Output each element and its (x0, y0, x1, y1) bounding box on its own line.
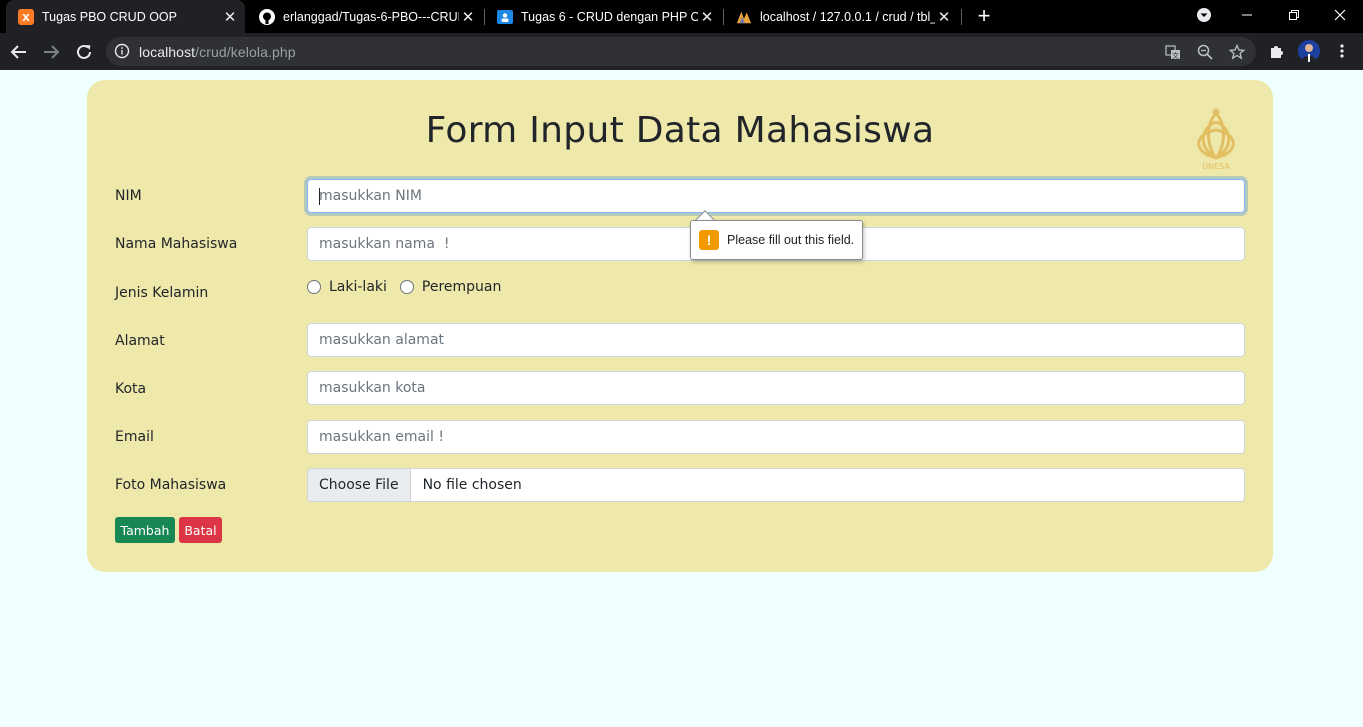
tab-title: Tugas 6 - CRUD dengan PHP OO (521, 9, 698, 24)
tab-strip: X Tugas PBO CRUD OOP ✕ erlanggad/Tugas-6… (0, 0, 1363, 33)
xampp-icon: X (18, 8, 34, 25)
file-status: No file chosen (422, 477, 522, 493)
radio-label-laki-laki[interactable]: Laki-laki (329, 279, 387, 295)
unesa-logo: UNESA (1197, 108, 1235, 171)
batal-button[interactable]: Batal (179, 517, 222, 543)
email-label: Email (115, 429, 154, 445)
bookmark-star-icon[interactable] (1228, 43, 1246, 61)
restore-icon (1289, 10, 1299, 20)
classroom-icon (497, 9, 513, 25)
tab-phpmyadmin[interactable]: localhost / 127.0.0.1 / crud / tbl_r ✕ (724, 0, 959, 33)
gender-radio-group: Laki-laki Perempuan (307, 277, 514, 297)
reload-button[interactable] (70, 38, 98, 66)
forward-button[interactable] (37, 38, 65, 66)
avatar-icon (1298, 40, 1320, 62)
github-icon (259, 8, 275, 25)
svg-text:X: X (22, 13, 30, 24)
minimize-icon (1242, 14, 1252, 16)
kota-input[interactable] (307, 371, 1245, 405)
svg-text:文: 文 (1172, 51, 1179, 60)
warning-icon: ! (699, 230, 719, 250)
radio-label-perempuan[interactable]: Perempuan (422, 279, 501, 295)
nim-input[interactable] (307, 179, 1245, 213)
tab-github[interactable]: erlanggad/Tugas-6-PBO---CRUD ✕ (247, 0, 483, 33)
validation-tooltip: ! Please fill out this field. (690, 220, 863, 260)
choose-file-button[interactable]: Choose File (308, 469, 411, 501)
close-window-button[interactable] (1317, 0, 1363, 30)
close-icon[interactable]: ✕ (698, 8, 716, 26)
arrow-left-icon (10, 45, 26, 59)
chevron-down-icon (1197, 8, 1211, 22)
profile-avatar[interactable] (1298, 40, 1320, 62)
close-icon[interactable]: ✕ (459, 8, 477, 26)
jenis-kelamin-label: Jenis Kelamin (115, 285, 209, 301)
radio-laki-laki[interactable] (307, 280, 321, 294)
url-text: localhost/crud/kelola.php (139, 44, 296, 60)
menu-icon[interactable] (1331, 40, 1353, 62)
foto-label: Foto Mahasiswa (115, 477, 227, 493)
tab-title: localhost / 127.0.0.1 / crud / tbl_r (760, 9, 935, 24)
minimize-button[interactable] (1224, 0, 1270, 30)
alamat-input[interactable] (307, 323, 1245, 357)
nim-label: NIM (115, 188, 142, 204)
arrow-right-icon (44, 45, 60, 59)
foto-file-input[interactable]: Choose File No file chosen (307, 468, 1245, 502)
tambah-button[interactable]: Tambah (115, 517, 175, 543)
logo-text: UNESA (1202, 162, 1230, 171)
tab-classroom[interactable]: Tugas 6 - CRUD dengan PHP OO ✕ (485, 0, 722, 33)
close-icon[interactable]: ✕ (221, 8, 239, 26)
tab-search-button[interactable] (1181, 0, 1227, 30)
new-tab-button[interactable]: + (973, 3, 995, 28)
tab-title: Tugas PBO CRUD OOP (42, 9, 177, 24)
extensions-icon[interactable] (1265, 40, 1287, 62)
translate-icon[interactable]: 文 (1164, 43, 1182, 61)
tab-tugas-pbo[interactable]: X Tugas PBO CRUD OOP ✕ (6, 0, 245, 33)
restore-button[interactable] (1271, 0, 1317, 30)
url-host: localhost (139, 44, 196, 60)
close-icon (1334, 9, 1346, 21)
text-caret (319, 188, 320, 205)
close-icon[interactable]: ✕ (935, 8, 953, 26)
alamat-label: Alamat (115, 333, 165, 349)
back-button[interactable] (5, 38, 33, 66)
tab-separator (961, 9, 962, 25)
info-icon[interactable] (114, 43, 130, 59)
tab-title: erlanggad/Tugas-6-PBO---CRUD (283, 9, 459, 24)
nama-label: Nama Mahasiswa (115, 236, 238, 252)
browser-toolbar: localhost/crud/kelola.php 文 (0, 33, 1363, 70)
validation-message: Please fill out this field. (727, 233, 855, 247)
address-bar[interactable]: localhost/crud/kelola.php 文 (106, 37, 1256, 66)
email-input[interactable] (307, 420, 1245, 454)
phpmyadmin-icon (736, 9, 752, 25)
zoom-icon[interactable] (1196, 43, 1214, 61)
page-title: Form Input Data Mahasiswa (425, 110, 935, 151)
url-path: /crud/kelola.php (195, 44, 296, 60)
reload-icon (77, 44, 91, 59)
radio-perempuan[interactable] (399, 280, 414, 294)
kota-label: Kota (115, 381, 147, 397)
